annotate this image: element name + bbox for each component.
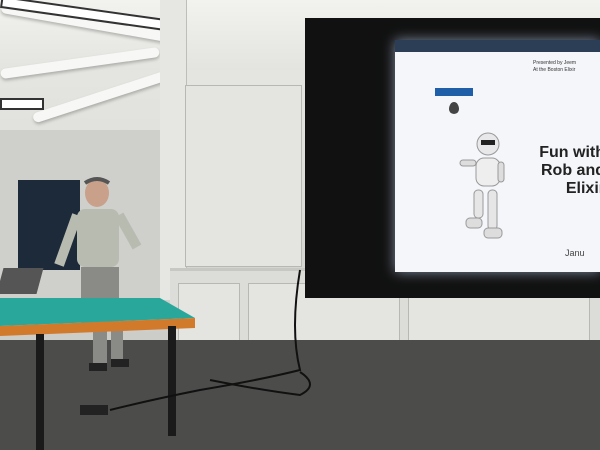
floor-cables bbox=[80, 269, 311, 415]
meeting-room-photo: Presented by Jeem At the Boston Elixir F… bbox=[0, 0, 600, 450]
